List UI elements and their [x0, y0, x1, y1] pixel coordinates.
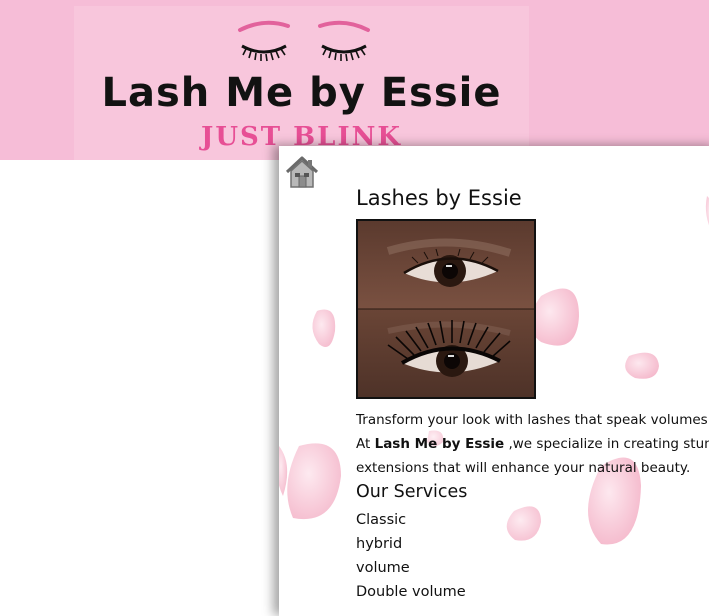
page-heading: Lashes by Essie	[356, 186, 522, 210]
service-item-volume: volume	[356, 560, 410, 576]
site-logo-title: Lash Me by Essie	[101, 70, 502, 116]
logo-banner: Lash Me by Essie JUST BLINK	[74, 6, 529, 160]
home-icon[interactable]	[284, 154, 320, 190]
intro-prefix: At	[356, 436, 375, 452]
eyelash-before-after-image	[358, 221, 534, 397]
intro-line-2: At Lash Me by Essie ,we specialize in cr…	[356, 432, 709, 456]
intro-line-1: Transform your look with lashes that spe…	[356, 412, 709, 428]
closed-eyes-logo-icon	[238, 20, 370, 62]
intro-line-3: extensions that will enhance your natura…	[356, 460, 691, 476]
service-item-hybrid: hybrid	[356, 536, 403, 552]
service-item-double-volume: Double volume	[356, 584, 466, 600]
eyelash-photo	[356, 219, 536, 399]
services-heading: Our Services	[356, 482, 468, 502]
intro-line-2-rest: ,we specialize in creating stunnin	[508, 436, 709, 452]
intro-paragraph: Transform your look with lashes that spe…	[356, 408, 709, 480]
service-item-classic: Classic	[356, 512, 407, 528]
services-list: Classic hybrid volume Double volume	[356, 508, 709, 604]
intro-brand: Lash Me by Essie	[374, 436, 505, 452]
main-content-card: Lashes by Essie Transform your look with…	[279, 146, 709, 616]
